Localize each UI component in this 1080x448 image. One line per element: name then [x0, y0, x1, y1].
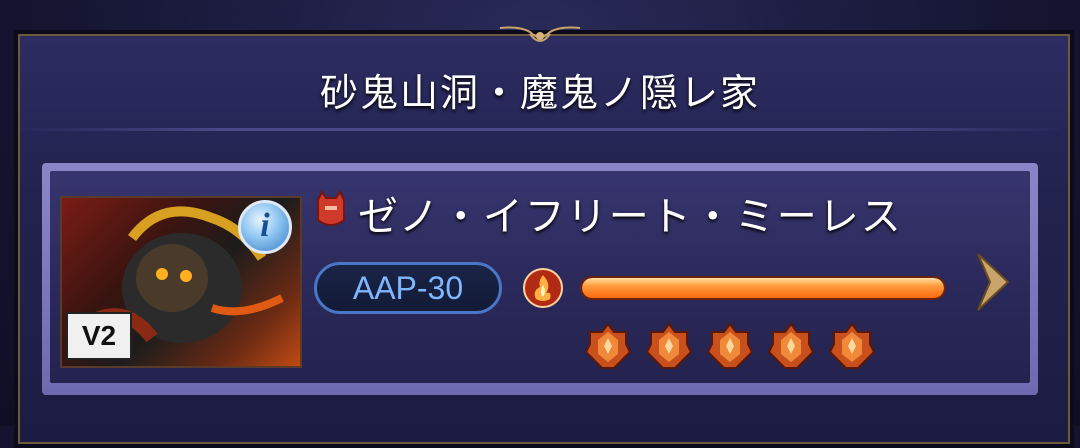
difficulty-star-icon	[645, 322, 693, 370]
difficulty-star-icon	[828, 322, 876, 370]
difficulty-star-icon	[767, 322, 815, 370]
difficulty-star-icon	[706, 322, 754, 370]
fire-element-icon	[523, 268, 563, 308]
difficulty-stars	[584, 322, 884, 370]
boss-hp-bar	[580, 276, 946, 300]
boss-name: ゼノ・イフリート・ミーレス	[358, 194, 903, 240]
boss-hp-fill	[582, 278, 944, 298]
ornament-icon	[499, 26, 581, 42]
difficulty-star-icon	[584, 322, 632, 370]
version-badge: V2	[66, 312, 132, 360]
info-button[interactable]: i	[238, 200, 292, 254]
boss-marker-icon	[317, 190, 345, 226]
title-divider	[18, 128, 1062, 131]
aap-level-badge: AAP-30	[314, 262, 502, 314]
chevron-right-icon[interactable]	[972, 250, 1014, 314]
page-title: 砂鬼山洞・魔鬼ノ隠レ家	[319, 71, 760, 115]
